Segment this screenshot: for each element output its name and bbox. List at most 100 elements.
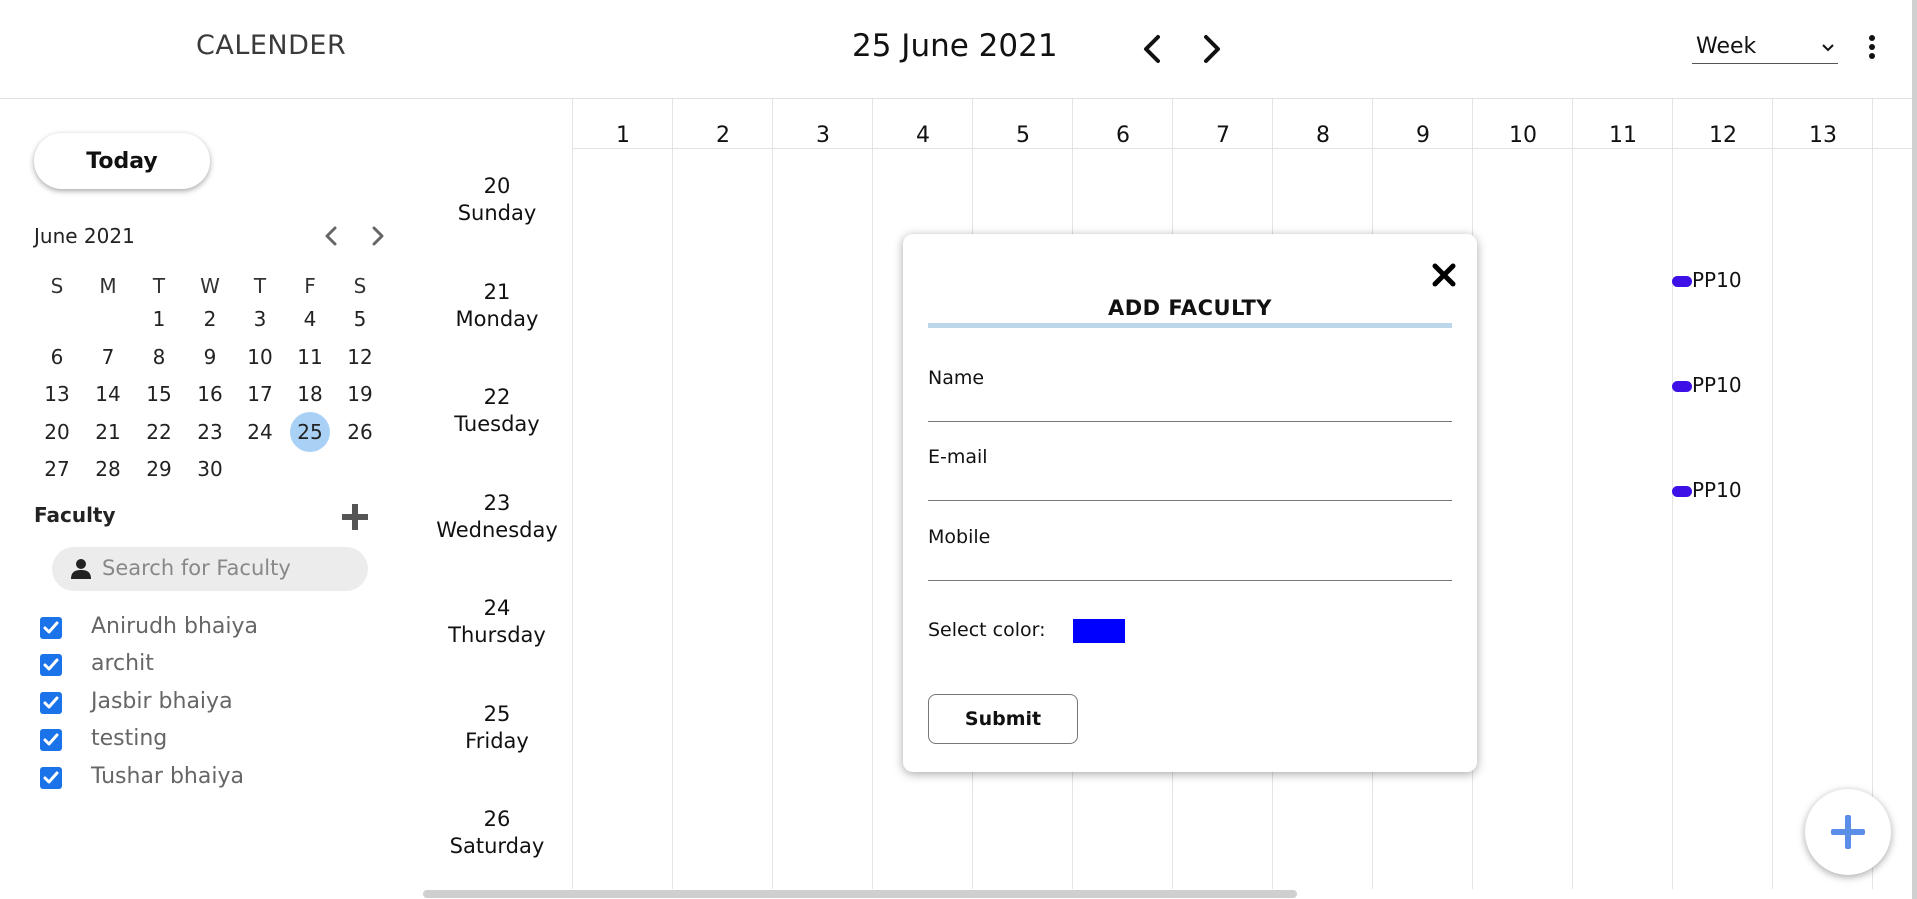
weekday-header: F bbox=[304, 274, 316, 298]
event-color-dot bbox=[1672, 276, 1692, 287]
mini-calendar-day[interactable]: 17 bbox=[240, 374, 280, 414]
faculty-list-item: Jasbir bhaiya bbox=[40, 689, 400, 719]
week-day-label: 24 Thursday bbox=[432, 595, 562, 649]
faculty-checkbox[interactable] bbox=[40, 654, 62, 676]
view-select[interactable]: Week bbox=[1692, 31, 1838, 64]
view-select-value: Week bbox=[1696, 34, 1757, 59]
mini-calendar-day[interactable]: 28 bbox=[88, 449, 128, 489]
mobile-field[interactable] bbox=[928, 551, 1456, 583]
mini-calendar-prev-button[interactable] bbox=[317, 222, 345, 250]
week-day-label: 23 Wednesday bbox=[432, 490, 562, 544]
faculty-search-input[interactable]: Search for Faculty bbox=[52, 547, 368, 591]
color-picker-swatch[interactable] bbox=[1073, 619, 1125, 643]
hour-label: 8 bbox=[1316, 123, 1330, 148]
week-day-label: 21 Monday bbox=[432, 279, 562, 333]
mini-calendar-day[interactable]: 6 bbox=[37, 337, 77, 377]
mini-calendar-month-label: June 2021 bbox=[34, 224, 135, 248]
mini-calendar-day[interactable]: 12 bbox=[340, 337, 380, 377]
mini-calendar-day[interactable]: 2 bbox=[190, 299, 230, 339]
mini-calendar-day[interactable]: 25 bbox=[290, 412, 330, 452]
name-field-underline bbox=[928, 421, 1452, 422]
color-picker-label: Select color: bbox=[928, 619, 1046, 641]
week-day-date: 26 bbox=[483, 807, 511, 831]
chevron-right-icon bbox=[372, 226, 384, 246]
mini-calendar-day[interactable]: 14 bbox=[88, 374, 128, 414]
hour-label: 6 bbox=[1116, 123, 1130, 148]
grid-column-line bbox=[772, 99, 773, 889]
mini-calendar-day[interactable]: 29 bbox=[139, 449, 179, 489]
week-day-date: 25 bbox=[483, 702, 511, 726]
chevron-left-icon bbox=[325, 226, 337, 246]
mini-calendar-day[interactable]: 21 bbox=[88, 412, 128, 452]
hour-label: 4 bbox=[916, 123, 930, 148]
mini-calendar-day[interactable]: 8 bbox=[139, 337, 179, 377]
hour-label: 3 bbox=[816, 123, 830, 148]
faculty-name: Anirudh bhaiya bbox=[91, 614, 258, 639]
week-day-name: Wednesday bbox=[436, 518, 558, 542]
horizontal-scrollbar-thumb[interactable] bbox=[423, 890, 1297, 898]
mini-calendar-day[interactable]: 30 bbox=[190, 449, 230, 489]
faculty-checkbox[interactable] bbox=[40, 729, 62, 751]
dialog-title: ADD FACULTY bbox=[1107, 296, 1272, 320]
add-faculty-button[interactable] bbox=[338, 500, 372, 534]
mini-calendar-day[interactable]: 22 bbox=[139, 412, 179, 452]
mini-calendar-day[interactable]: 24 bbox=[240, 412, 280, 452]
week-day-date: 21 bbox=[483, 280, 511, 304]
mini-calendar-day[interactable]: 1 bbox=[139, 299, 179, 339]
name-field-label: Name bbox=[928, 367, 985, 389]
mini-calendar-day[interactable]: 23 bbox=[190, 412, 230, 452]
mini-calendar-day[interactable]: 19 bbox=[340, 374, 380, 414]
add-faculty-dialog: ADD FACULTY Name E-mail Mobile Select co… bbox=[903, 234, 1477, 772]
week-day-label: 26 Saturday bbox=[432, 806, 562, 860]
mini-calendar-next-button[interactable] bbox=[364, 222, 392, 250]
faculty-checkbox[interactable] bbox=[40, 767, 62, 789]
mini-calendar-day[interactable]: 27 bbox=[37, 449, 77, 489]
hour-label: 9 bbox=[1416, 123, 1430, 148]
add-event-fab[interactable] bbox=[1805, 789, 1891, 875]
mini-calendar-day[interactable]: 11 bbox=[290, 337, 330, 377]
mobile-field-label: Mobile bbox=[928, 526, 991, 548]
weekday-header: T bbox=[253, 274, 267, 298]
mini-calendar-day[interactable]: 16 bbox=[190, 374, 230, 414]
close-icon bbox=[1432, 263, 1456, 287]
name-field[interactable] bbox=[928, 392, 1456, 424]
week-day-label: 20 Sunday bbox=[432, 173, 562, 227]
email-field[interactable] bbox=[928, 471, 1456, 503]
faculty-checkbox[interactable] bbox=[40, 617, 62, 639]
hour-label: 12 bbox=[1709, 123, 1737, 148]
faculty-name: archit bbox=[91, 651, 154, 676]
mini-calendar-day[interactable]: 26 bbox=[340, 412, 380, 452]
week-day-date: 20 bbox=[483, 174, 511, 198]
hour-label: 11 bbox=[1609, 123, 1637, 148]
mini-calendar-day[interactable]: 4 bbox=[290, 299, 330, 339]
more-options-button[interactable] bbox=[1862, 29, 1882, 65]
mini-calendar-day[interactable]: 10 bbox=[240, 337, 280, 377]
hour-label: 7 bbox=[1216, 123, 1230, 148]
submit-button[interactable]: Submit bbox=[928, 694, 1078, 744]
week-day-date: 23 bbox=[483, 491, 511, 515]
mini-calendar-day[interactable]: 3 bbox=[240, 299, 280, 339]
mini-calendar-day[interactable]: 13 bbox=[37, 374, 77, 414]
faculty-name: testing bbox=[91, 726, 168, 751]
mini-calendar-day[interactable]: 20 bbox=[37, 412, 77, 452]
plus-icon bbox=[342, 504, 368, 530]
today-button[interactable]: Today bbox=[34, 133, 210, 189]
email-field-underline bbox=[928, 500, 1452, 501]
mini-calendar-day[interactable]: 7 bbox=[88, 337, 128, 377]
weekday-header: T bbox=[152, 274, 166, 298]
app-title: CALENDER bbox=[196, 30, 347, 61]
faculty-checkbox[interactable] bbox=[40, 692, 62, 714]
mini-calendar-day[interactable]: 5 bbox=[340, 299, 380, 339]
check-icon bbox=[43, 771, 59, 784]
event-color-dot bbox=[1672, 486, 1692, 497]
prev-period-button[interactable] bbox=[1132, 29, 1172, 69]
mini-calendar-day[interactable]: 9 bbox=[190, 337, 230, 377]
close-dialog-button[interactable] bbox=[1427, 258, 1461, 292]
hour-label: 10 bbox=[1509, 123, 1537, 148]
grid-header-divider bbox=[572, 148, 1912, 149]
mini-calendar-day[interactable]: 18 bbox=[290, 374, 330, 414]
next-period-button[interactable] bbox=[1192, 29, 1232, 69]
mini-calendar-day[interactable]: 15 bbox=[139, 374, 179, 414]
grid-column-line bbox=[1872, 99, 1873, 889]
hour-label: 1 bbox=[1903, 123, 1917, 148]
